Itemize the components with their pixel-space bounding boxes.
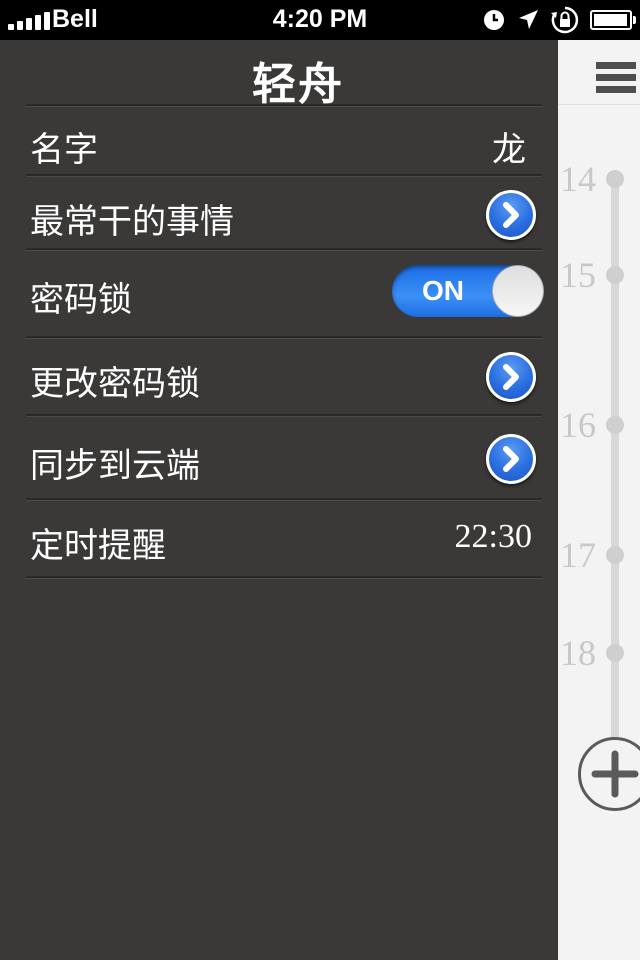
divider — [26, 414, 542, 417]
row-label: 同步到云端 — [30, 448, 200, 485]
row-label: 更改密码锁 — [30, 366, 200, 403]
chevron-right-icon[interactable] — [486, 434, 536, 484]
settings-row-frequent-activity[interactable]: 最常干的事情 — [28, 182, 540, 246]
timeline-tick: 18 — [558, 632, 640, 673]
chevron-right-icon[interactable] — [486, 352, 536, 402]
timeline-tick: 14 — [558, 158, 640, 199]
status-icons — [482, 5, 636, 35]
tick-dot — [606, 546, 624, 564]
settings-row-cloud-sync[interactable]: 同步到云端 — [28, 426, 540, 490]
divider — [26, 248, 542, 251]
settings-row-change-passcode[interactable]: 更改密码锁 — [28, 344, 540, 408]
settings-row-passcode-lock: 密码锁 ON — [28, 260, 544, 324]
timeline-panel: 14 15 16 17 18 — [558, 40, 640, 960]
settings-row-name[interactable]: 名字 龙 — [28, 110, 540, 174]
tick-label: 15 — [560, 255, 596, 295]
row-label: 名字 — [30, 132, 98, 169]
tick-dot — [606, 266, 624, 284]
tick-dot — [606, 644, 624, 662]
battery-icon — [590, 10, 636, 30]
alarm-clock-icon — [484, 10, 504, 30]
row-label: 密码锁 — [30, 282, 132, 319]
timeline-tick: 15 — [558, 254, 640, 295]
rotation-lock-icon — [551, 6, 579, 34]
settings-panel: 轻舟 名字 龙 最常干的事情 密码锁 ON 更改密码锁 同步到云端 定时提醒 2… — [0, 40, 558, 960]
settings-row-reminder[interactable]: 定时提醒 22:30 — [28, 506, 540, 570]
name-value: 龙 — [492, 132, 526, 169]
timeline-tick: 16 — [558, 404, 640, 445]
location-arrow-icon — [519, 10, 538, 29]
divider — [26, 336, 542, 339]
toggle-state-label: ON — [422, 275, 464, 306]
timeline-tick: 17 — [558, 534, 640, 575]
tick-dot — [606, 416, 624, 434]
toggle-knob[interactable] — [492, 265, 544, 317]
plus-circle-icon[interactable] — [578, 737, 640, 811]
chevron-right-icon[interactable] — [486, 190, 536, 240]
divider — [26, 498, 542, 501]
hamburger-menu-icon[interactable] — [596, 62, 636, 98]
tick-dot — [606, 170, 624, 188]
tick-label: 17 — [560, 535, 596, 575]
tick-label: 14 — [560, 159, 596, 199]
divider — [26, 174, 542, 177]
status-bar: Bell 4:20 PM — [0, 0, 640, 40]
row-label: 最常干的事情 — [30, 204, 234, 241]
page-title: 轻舟 — [252, 60, 344, 109]
passcode-lock-toggle[interactable]: ON — [392, 265, 544, 317]
row-label: 定时提醒 — [30, 528, 166, 565]
tick-label: 18 — [560, 633, 596, 673]
tick-label: 16 — [560, 405, 596, 445]
timeline-header — [558, 40, 640, 105]
reminder-time-value: 22:30 — [454, 518, 532, 555]
divider — [26, 104, 542, 107]
divider — [26, 576, 542, 579]
